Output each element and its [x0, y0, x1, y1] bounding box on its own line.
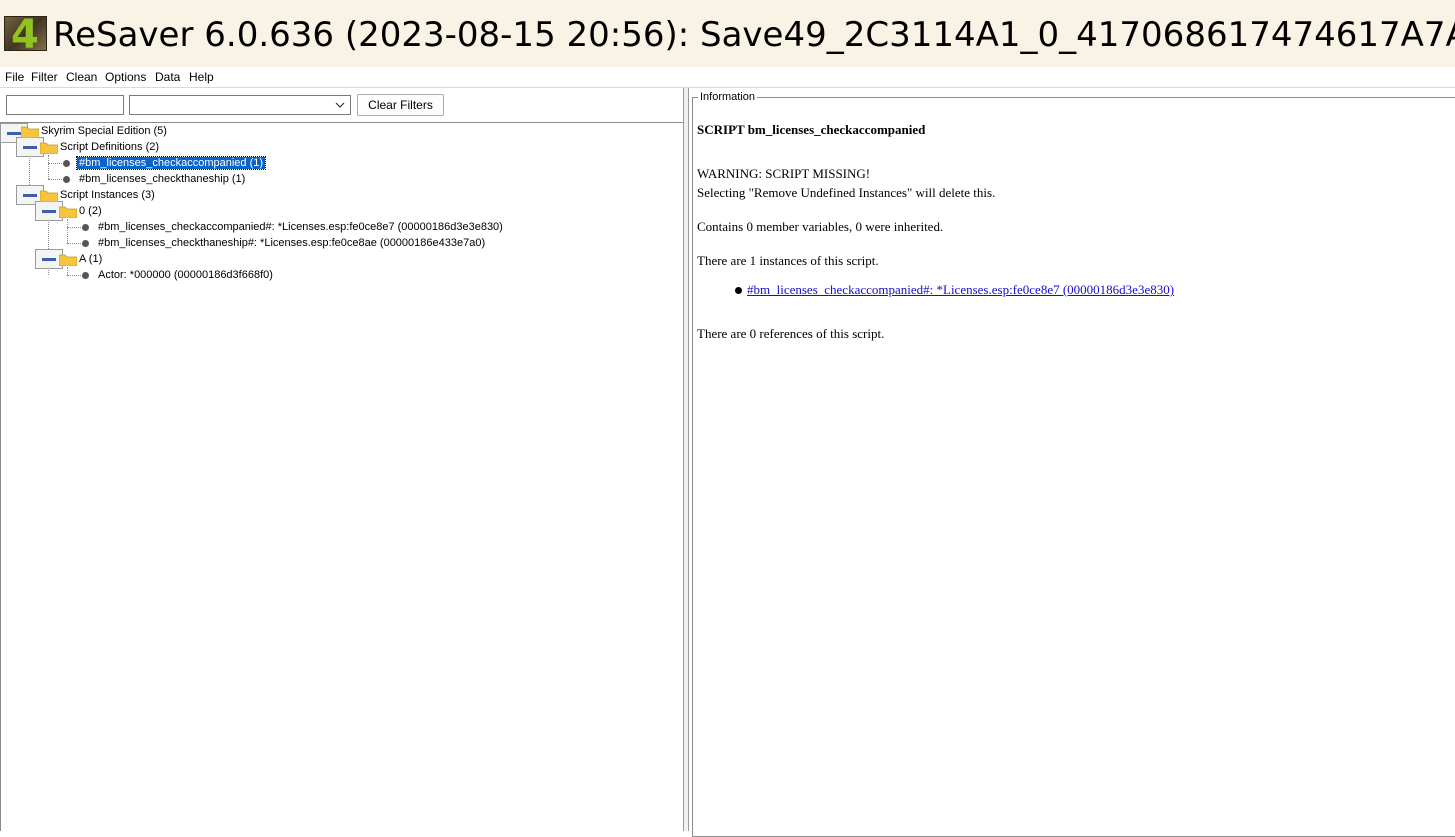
- menu-data[interactable]: Data: [155, 69, 180, 85]
- folder-icon: [59, 254, 77, 266]
- tree-node-label: #bm_licenses_checkaccompanied#: *License…: [98, 221, 503, 233]
- tree-node-root[interactable]: Skyrim Special Edition (5): [39, 123, 169, 139]
- collapse-icon: [23, 146, 37, 149]
- chevron-down-icon: [335, 102, 345, 108]
- title-bar: 4 ReSaver 6.0.636 (2023-08-15 20:56): Sa…: [0, 0, 1455, 67]
- folder-icon: [40, 142, 58, 154]
- collapse-icon: [7, 132, 21, 135]
- leaf-bullet-icon: [63, 160, 70, 167]
- collapse-icon: [23, 194, 37, 197]
- tree-connector: [67, 275, 81, 276]
- folder-icon: [59, 206, 77, 218]
- member-count-text: Contains 0 member variables, 0 were inhe…: [697, 219, 944, 234]
- app-icon-glyph: 4: [11, 16, 39, 51]
- instance-link[interactable]: #bm_licenses_checkaccompanied#: *License…: [747, 281, 1174, 299]
- warning-detail: Selecting "Remove Undefined Instances" w…: [697, 185, 996, 200]
- collapse-icon: [42, 258, 56, 261]
- menu-options[interactable]: Options: [105, 69, 146, 85]
- tree-connector: [67, 227, 81, 228]
- collapse-icon: [42, 210, 56, 213]
- instance-count-text: There are 1 instances of this script.: [697, 253, 879, 268]
- tree-node-definition[interactable]: #bm_licenses_checkaccompanied (1): [75, 155, 267, 171]
- menu-clean[interactable]: Clean: [66, 69, 97, 85]
- tree-connector: [67, 267, 68, 275]
- tree-node-label: #bm_licenses_checkthaneship#: *Licenses.…: [98, 237, 486, 249]
- tree-node-label: Skyrim Special Edition (5): [41, 125, 167, 137]
- script-heading: SCRIPT bm_licenses_checkaccompanied: [697, 122, 926, 137]
- folder-icon: [21, 126, 39, 138]
- tree-node-label: Script Instances (3): [60, 189, 155, 201]
- tree-node-label: #bm_licenses_checkthaneship (1): [79, 173, 246, 185]
- tree-node-instance[interactable]: Actor: *000000 (00000186d3f668f0): [96, 267, 275, 283]
- tree-connector: [67, 219, 68, 243]
- leaf-bullet-icon: [82, 272, 89, 279]
- tree-node-instance[interactable]: #bm_licenses_checkthaneship#: *Licenses.…: [96, 235, 487, 251]
- tree-node-instance[interactable]: #bm_licenses_checkaccompanied#: *License…: [96, 219, 505, 235]
- filter-text-input[interactable]: [6, 95, 124, 115]
- tree-connector: [48, 155, 49, 179]
- tree-connector: [67, 243, 81, 244]
- tree-node-script-instances[interactable]: Script Instances (3): [58, 187, 157, 203]
- tree-connector: [48, 163, 62, 164]
- save-tree: Skyrim Special Edition (5) Script Defini…: [0, 122, 683, 831]
- filter-mod-select[interactable]: [129, 95, 351, 115]
- leaf-bullet-icon: [82, 224, 89, 231]
- bullet-icon: [735, 287, 742, 294]
- tree-node-script-definitions[interactable]: Script Definitions (2): [58, 139, 161, 155]
- leaf-bullet-icon: [82, 240, 89, 247]
- menu-help[interactable]: Help: [189, 69, 214, 85]
- menu-file[interactable]: File: [5, 69, 24, 85]
- menu-filter[interactable]: Filter: [31, 69, 58, 85]
- tree-node-label: A (1): [79, 253, 103, 265]
- tree-node-group-0[interactable]: 0 (2): [77, 203, 104, 219]
- tree-node-label: 0 (2): [79, 205, 102, 217]
- leaf-bullet-icon: [63, 176, 70, 183]
- information-legend: Information: [698, 90, 758, 104]
- tree-node-label: #bm_licenses_checkaccompanied (1): [75, 156, 267, 170]
- tree-connector: [48, 179, 62, 180]
- window-title: ReSaver 6.0.636 (2023-08-15 20:56): Save…: [53, 15, 1455, 55]
- reference-count-text: There are 0 references of this script.: [697, 326, 885, 341]
- folder-icon: [40, 190, 58, 202]
- resaver-app-icon[interactable]: 4: [4, 16, 47, 51]
- tree-node-label: Actor: *000000 (00000186d3f668f0): [98, 269, 273, 281]
- tree-node-label: Script Definitions (2): [60, 141, 160, 153]
- menu-bar: File Filter Clean Options Data Help: [0, 67, 1455, 88]
- warning-text: WARNING: SCRIPT MISSING!: [697, 166, 871, 181]
- information-frame: Information: [692, 90, 1455, 837]
- tree-node-definition[interactable]: #bm_licenses_checkthaneship (1): [77, 171, 247, 187]
- information-pane: Information SCRIPT bm_licenses_checkacco…: [689, 88, 1455, 837]
- tree-node-group-a[interactable]: A (1): [77, 251, 104, 267]
- clear-filters-button[interactable]: Clear Filters: [357, 94, 444, 116]
